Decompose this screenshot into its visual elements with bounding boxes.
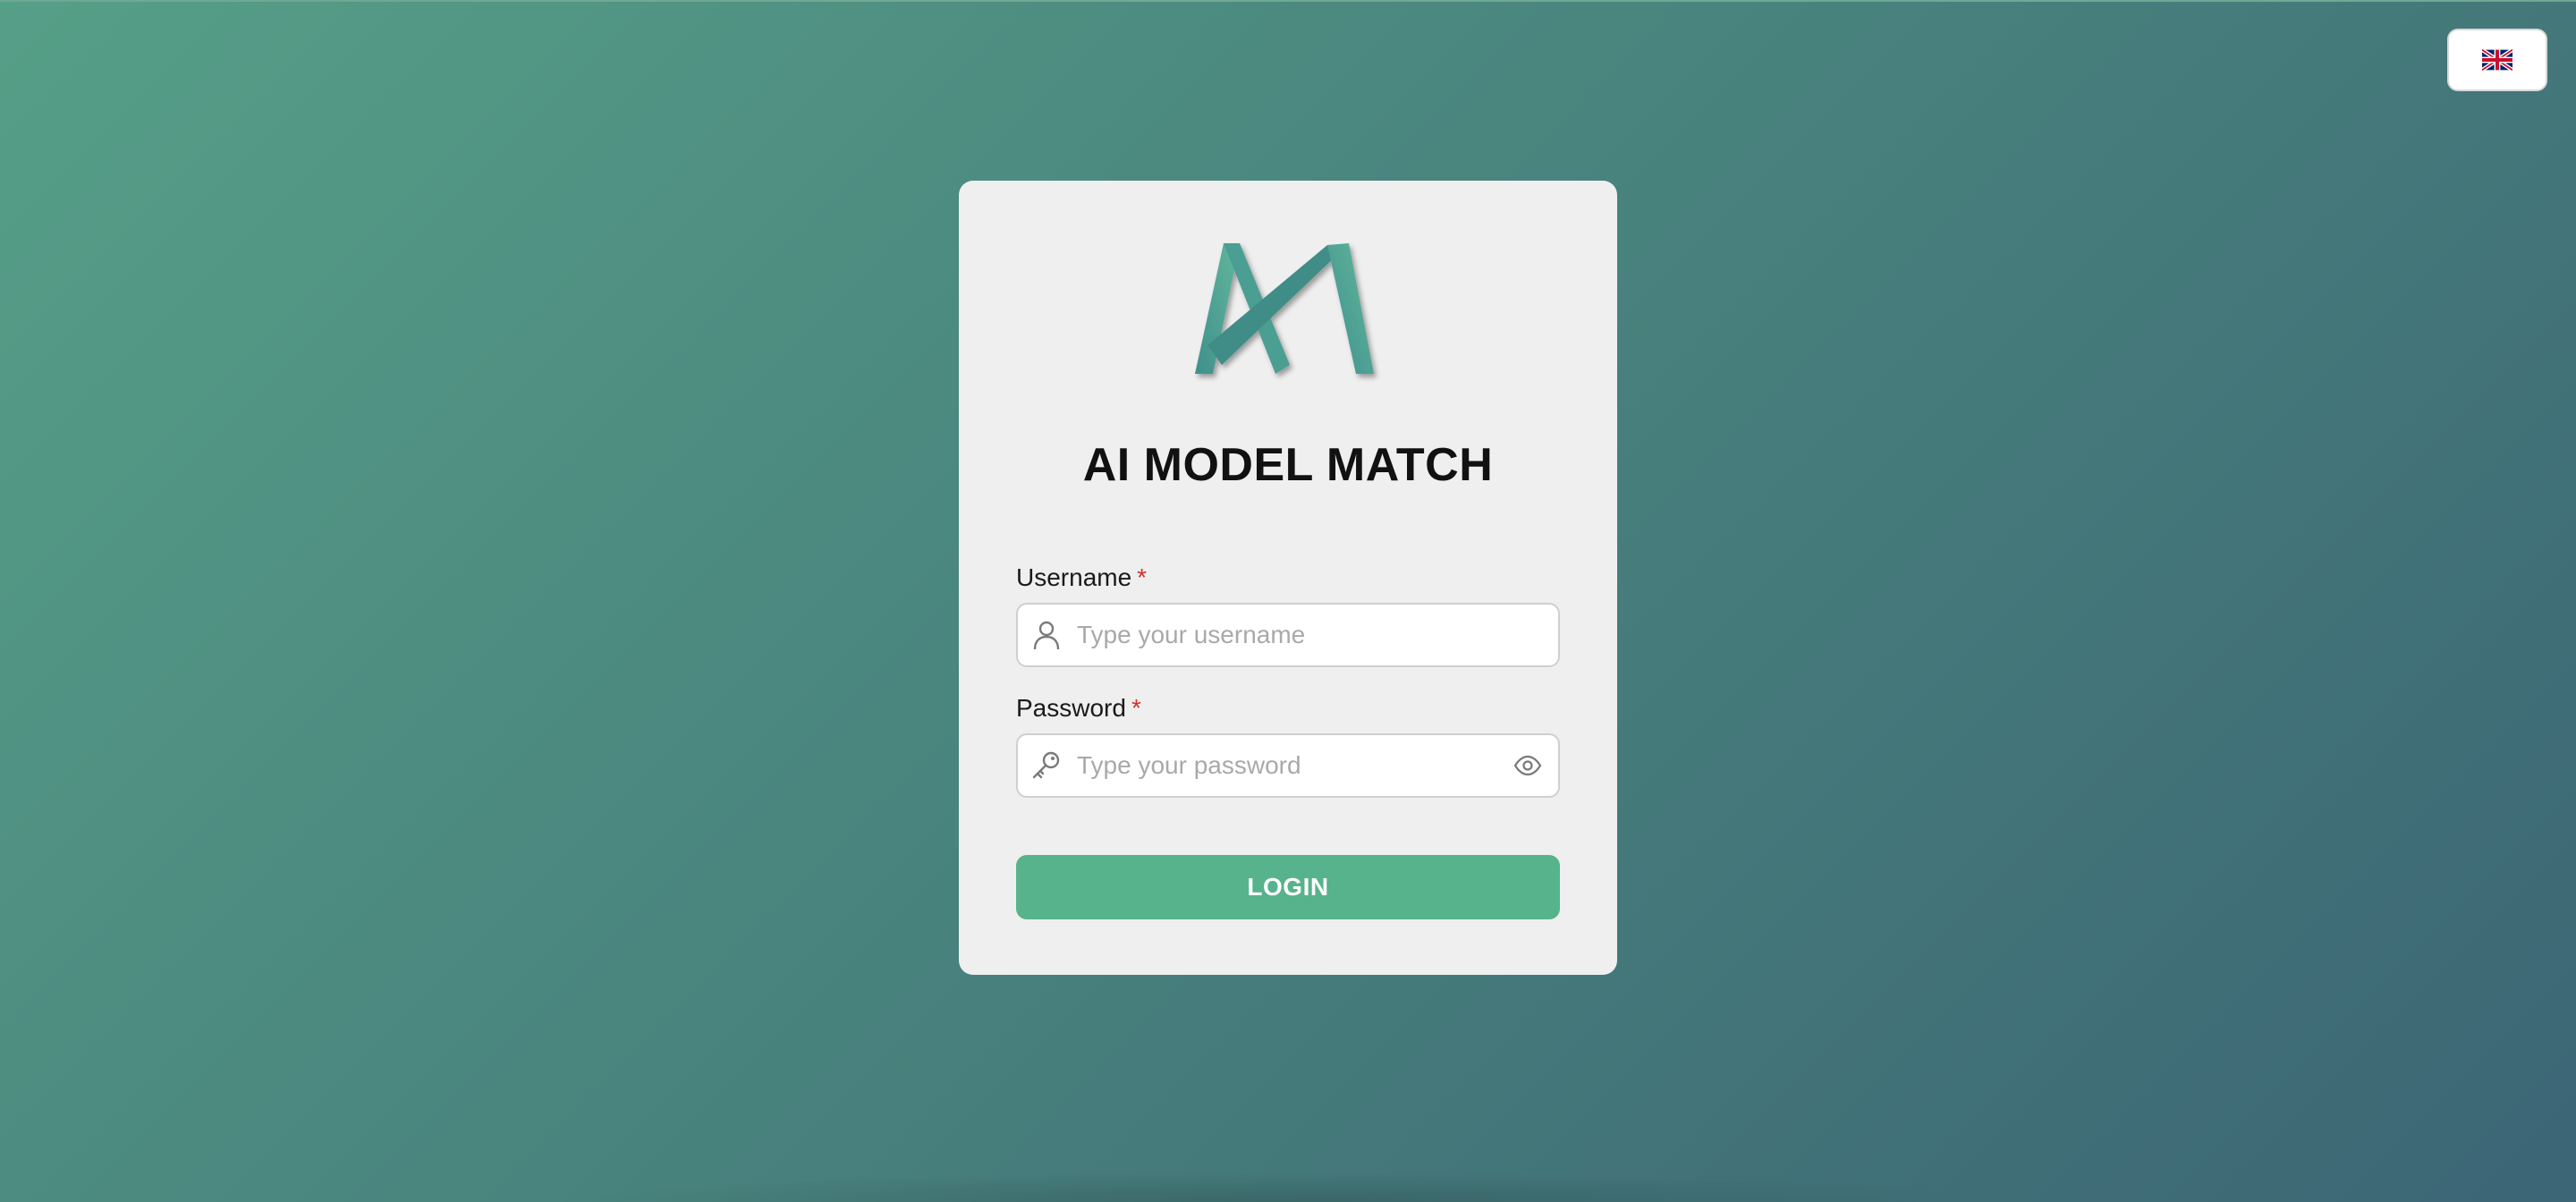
user-icon [1033, 621, 1060, 650]
language-selector-button[interactable] [2447, 29, 2547, 91]
key-icon [1032, 751, 1060, 779]
login-button[interactable]: LOGIN [1016, 855, 1560, 919]
uk-flag-icon [2482, 49, 2512, 71]
login-card: AI MODEL MATCH Username* Password* LOGIN [959, 181, 1617, 975]
app-title: AI MODEL MATCH [1082, 439, 1494, 491]
username-input[interactable] [1077, 605, 1479, 665]
username-field[interactable] [1016, 603, 1560, 667]
eye-icon[interactable] [1513, 753, 1542, 778]
app-logo [1195, 243, 1374, 374]
username-required-marker: * [1137, 563, 1148, 591]
username-label-text: Username [1016, 563, 1132, 591]
top-edge-line [0, 0, 2576, 2]
password-label: Password * [1016, 694, 1141, 723]
password-field[interactable] [1016, 733, 1560, 798]
bottom-shadow [572, 1172, 2004, 1202]
username-label: Username * [1016, 563, 1147, 592]
password-required-marker: * [1131, 694, 1141, 722]
password-input[interactable] [1077, 735, 1479, 796]
password-label-text: Password [1016, 694, 1126, 722]
